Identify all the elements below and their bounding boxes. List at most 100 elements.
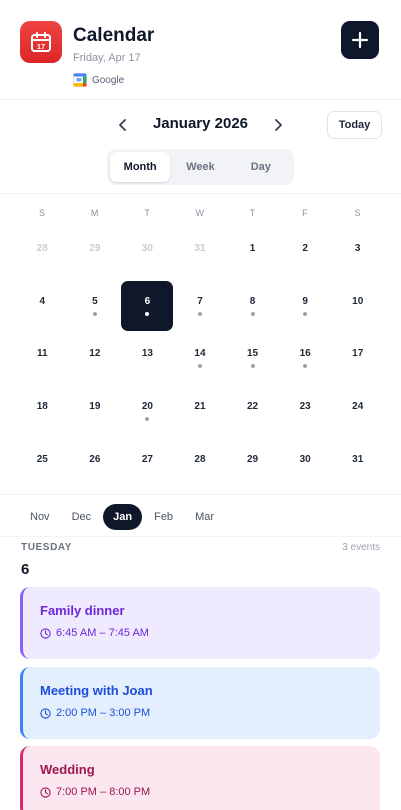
event-indicator-dot [197, 364, 202, 369]
event-indicator-dot [197, 311, 202, 316]
weekday-label: M [90, 208, 99, 218]
event-title: Wedding [40, 762, 95, 777]
calendar-day[interactable]: 25 [16, 437, 69, 490]
calendar-day[interactable]: 20 [121, 385, 174, 438]
calendar-day-number: 24 [352, 401, 364, 413]
weekday-label: T [144, 208, 151, 218]
calendar-day-number: 10 [352, 295, 364, 307]
calendar-day-number: 23 [299, 401, 311, 413]
event-card[interactable]: Family dinner 6:45 AM – 7:45 AM [20, 587, 380, 659]
calendar-day[interactable]: 8 [226, 280, 279, 333]
calendar-day[interactable]: 21 [174, 385, 227, 438]
calendar-day-number: 29 [89, 243, 101, 255]
calendar-day[interactable]: 13 [121, 332, 174, 385]
calendar-day[interactable]: 15 [226, 332, 279, 385]
event-title: Meeting with Joan [40, 683, 153, 698]
weekday-label: F [302, 208, 309, 218]
calendar-day-number: 19 [89, 401, 101, 413]
calendar-day[interactable]: 28 [174, 437, 227, 490]
calendar-day[interactable]: 11 [16, 332, 69, 385]
google-calendar-icon [73, 73, 87, 87]
calendar-day[interactable]: 16 [279, 332, 332, 385]
calendar-day[interactable]: 14 [174, 332, 227, 385]
tab-week[interactable]: Week [170, 152, 230, 182]
calendar-day[interactable]: 12 [69, 332, 122, 385]
calendar-day[interactable]: 29 [226, 437, 279, 490]
event-indicator-dot [303, 311, 308, 316]
calendar-day-number: 30 [299, 453, 311, 465]
tab-day[interactable]: Day [231, 152, 291, 182]
calendar-day[interactable]: 2 [279, 227, 332, 280]
tab-month[interactable]: Month [110, 152, 171, 182]
calendar-day-number: 1 [249, 243, 256, 255]
calendar-day[interactable]: 4 [16, 280, 69, 333]
calendar-day[interactable]: 26 [69, 437, 122, 490]
today-button[interactable]: Today [327, 111, 382, 139]
calendar-day[interactable]: 3 [331, 227, 384, 280]
weekday-label: T [249, 208, 256, 218]
month-chip-nov[interactable]: Nov [20, 504, 60, 530]
calendar-day[interactable]: 27 [121, 437, 174, 490]
app-header: 17 Calendar Friday, Apr 17 Google [0, 0, 401, 100]
calendar-day[interactable]: 19 [69, 385, 122, 438]
calendar-day[interactable]: 7 [174, 280, 227, 333]
event-indicator-dot [303, 364, 308, 369]
event-time-label: 6:45 AM – 7:45 AM [56, 627, 149, 639]
event-indicator-dot [145, 417, 150, 422]
clock-icon [40, 627, 51, 639]
calendar-day[interactable]: 22 [226, 385, 279, 438]
calendar-day[interactable]: 29 [69, 227, 122, 280]
calendar-day-number: 29 [247, 453, 259, 465]
event-time-label: 2:00 PM – 3:00 PM [56, 707, 151, 719]
calendar-day-number: 28 [36, 243, 48, 255]
calendar-day[interactable]: 23 [279, 385, 332, 438]
calendar-day[interactable]: 9 [279, 280, 332, 333]
calendar-day[interactable]: 30 [279, 437, 332, 490]
event-indicator-dot [250, 364, 255, 369]
calendar-day[interactable]: 18 [16, 385, 69, 438]
selected-weekday: TUESDAY [21, 542, 73, 553]
event-indicator-dot [92, 311, 97, 316]
add-event-button[interactable] [341, 21, 379, 59]
divider [0, 193, 401, 194]
calendar-day-number: 9 [302, 295, 308, 307]
calendar-day-number: 25 [36, 453, 48, 465]
calendar-day[interactable]: 10 [331, 280, 384, 333]
divider [0, 494, 401, 495]
calendar-source[interactable]: Google [73, 73, 124, 87]
calendar-day-number: 26 [89, 453, 101, 465]
next-month-button[interactable] [268, 115, 288, 135]
calendar-day[interactable]: 30 [121, 227, 174, 280]
calendar-day[interactable]: 24 [331, 385, 384, 438]
event-title: Family dinner [40, 603, 125, 618]
month-chip-feb[interactable]: Feb [144, 504, 183, 530]
current-date: Friday, Apr 17 [73, 52, 141, 64]
calendar-day-number: 3 [354, 243, 361, 255]
calendar-day-selected[interactable]: 6 [121, 280, 174, 333]
clock-icon [40, 707, 51, 719]
month-strip: Nov Dec Jan Feb Mar [20, 504, 226, 530]
view-switcher: Month Week Day [107, 149, 294, 185]
calendar-day[interactable]: 17 [331, 332, 384, 385]
app-title: Calendar [73, 25, 155, 46]
month-chip-jan[interactable]: Jan [103, 504, 143, 530]
calendar-day-number: 31 [352, 453, 364, 465]
calendar-day[interactable]: 5 [69, 280, 122, 333]
clock-icon [40, 786, 51, 798]
calendar-day[interactable]: 28 [16, 227, 69, 280]
calendar-day-number: 8 [249, 295, 256, 307]
calendar-day[interactable]: 1 [226, 227, 279, 280]
month-chip-dec[interactable]: Dec [62, 504, 102, 530]
calendar-day[interactable]: 31 [174, 227, 227, 280]
calendar-day[interactable]: 31 [331, 437, 384, 490]
calendar-day-number: 16 [299, 348, 311, 360]
chevron-right-icon [275, 119, 282, 131]
calendar-day-number: 12 [89, 348, 101, 360]
event-card[interactable]: Meeting with Joan 2:00 PM – 3:00 PM [20, 667, 380, 739]
event-card[interactable]: Wedding 7:00 PM – 8:00 PM [20, 746, 380, 810]
month-chip-mar[interactable]: Mar [185, 504, 224, 530]
weekday-header: S M T W T F S [16, 208, 384, 222]
calendar-day-number: 28 [194, 453, 206, 465]
calendar-day-number: 14 [194, 348, 206, 360]
calendar-day-number: 31 [194, 243, 206, 255]
